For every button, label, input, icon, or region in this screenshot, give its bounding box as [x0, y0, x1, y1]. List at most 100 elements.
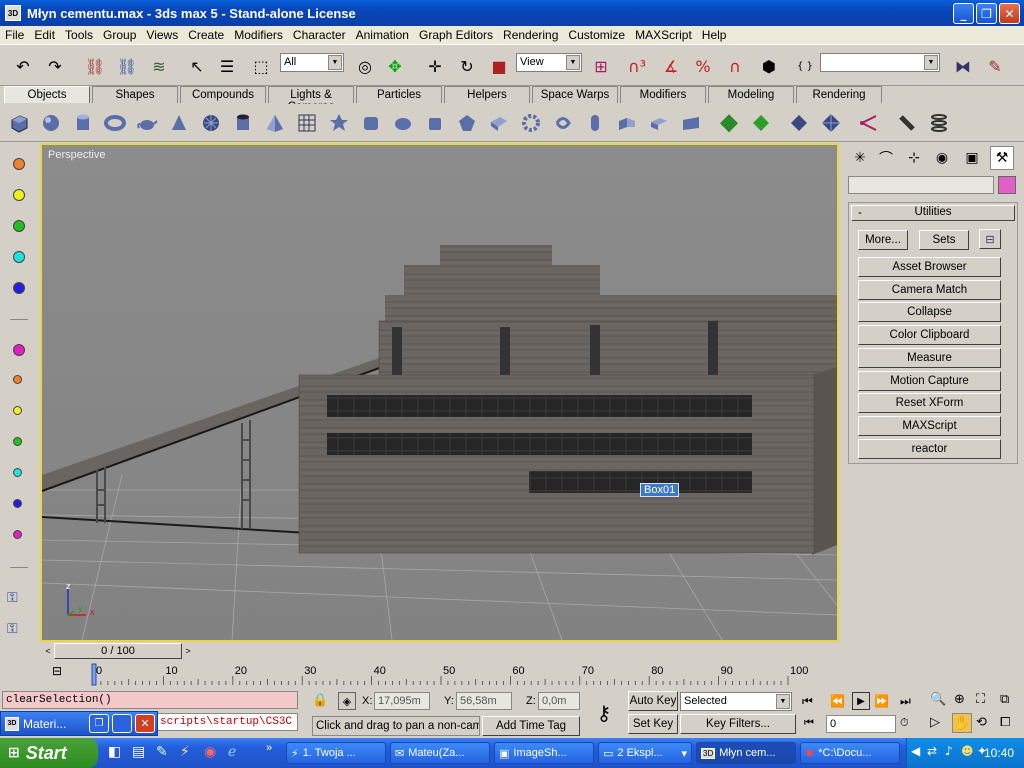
go-to-start-icon[interactable]: ⏮ — [802, 694, 813, 709]
next-frame-icon[interactable]: ⏩ — [874, 694, 889, 708]
measure-button[interactable]: Measure — [858, 348, 1001, 368]
restore-button[interactable]: ❐ — [89, 714, 109, 733]
configure-sets-icon[interactable]: ⊟ — [979, 229, 1001, 249]
cone-primitive-icon[interactable] — [168, 112, 190, 134]
set-keys-key-icon[interactable]: ⚷ — [586, 698, 622, 728]
lock-selection-icon[interactable]: 🔒 — [312, 693, 328, 708]
panel-name-field[interactable] — [848, 176, 994, 194]
rectangular-selection-icon[interactable]: ⬚ — [248, 53, 274, 79]
tab-space-warps[interactable]: Space Warps — [532, 86, 618, 103]
tube-primitive-icon[interactable] — [232, 112, 254, 134]
l-ext-icon[interactable] — [488, 112, 510, 134]
menu-tools[interactable]: Tools — [60, 28, 98, 42]
utilities-rollout-header[interactable]: - Utilities — [851, 205, 1015, 221]
material-editor-minimized[interactable]: 3D Materi... ❐ ✕ — [0, 711, 158, 736]
select-and-link-icon[interactable]: ⛓ — [82, 53, 108, 79]
maxscript-listener-line1[interactable]: clearSelection() — [2, 691, 298, 709]
close-button[interactable]: ✕ — [135, 714, 155, 733]
taskbar-task-1[interactable]: ⚡ 1. Twoja ... — [286, 742, 386, 764]
time-slider[interactable]: < 0 / 100 > — [40, 642, 839, 660]
cylinder-primitive-icon[interactable] — [72, 112, 94, 134]
oil-tank-icon[interactable] — [392, 112, 414, 134]
nurbs-surface-icon[interactable] — [788, 112, 810, 134]
title-bar[interactable]: 3D Młyn cementu.max - 3ds max 5 - Stand-… — [0, 0, 1024, 26]
nurbs-curve-icon[interactable] — [820, 112, 842, 134]
clock[interactable]: 10:40 — [984, 746, 1014, 760]
hose-icon[interactable] — [648, 112, 670, 134]
asset-browser-button[interactable]: Asset Browser — [858, 257, 1001, 277]
unlink-selection-icon[interactable]: ⛓ — [114, 53, 140, 79]
arc-rotate-icon[interactable]: ⟲ — [976, 715, 987, 730]
menu-character[interactable]: Character — [288, 28, 351, 42]
edit-named-selection-icon[interactable]: { } — [792, 53, 818, 79]
security-icon[interactable]: ✦ — [977, 744, 987, 758]
time-slider-prev-icon[interactable]: < — [42, 643, 54, 658]
deforming-mesh-icon[interactable] — [13, 282, 25, 294]
undo-icon[interactable]: ↶ — [10, 53, 36, 79]
select-and-move-icon[interactable]: ✛ — [422, 53, 448, 79]
maxscript-listener-line2[interactable]: scripts\startup\CS3C — [156, 713, 298, 731]
pyramid-primitive-icon[interactable] — [264, 112, 286, 134]
time-configuration-icon[interactable]: ⏱ — [900, 716, 909, 730]
minimize-button[interactable]: _ — [953, 3, 974, 24]
taskbar-task-6[interactable]: ✱ *C:\Docu... — [800, 742, 900, 764]
quick-launch-desktop-icon[interactable]: ◧ — [108, 744, 121, 760]
torus-primitive-icon[interactable] — [104, 112, 126, 134]
selection-filter-dropdown[interactable]: All ▼ — [280, 53, 344, 72]
tab-objects[interactable]: Objects — [4, 86, 90, 103]
rope-collection-icon[interactable] — [13, 251, 25, 263]
taskbar-task-4[interactable]: ▭ 2 Ekspl... ▾ — [598, 742, 692, 764]
select-and-rotate-icon[interactable]: ↻ — [454, 53, 480, 79]
tab-particles[interactable]: Particles — [356, 86, 442, 103]
quick-launch-pen-icon[interactable]: ✎ — [156, 744, 168, 760]
hedra-primitive-icon[interactable] — [328, 112, 350, 134]
snaps-toggle-icon[interactable]: ∩³ — [624, 53, 650, 79]
tray-expand-icon[interactable]: ◀ — [911, 744, 920, 758]
menu-customize[interactable]: Customize — [563, 28, 630, 42]
pivot-point-center-icon[interactable]: ⊞ — [588, 53, 614, 79]
menu-create[interactable]: Create — [183, 28, 229, 42]
rigid-body-icon[interactable] — [13, 158, 25, 170]
z-coordinate-field[interactable]: 0,0m — [538, 692, 580, 710]
tab-lights-cameras[interactable]: Lights & Cameras — [268, 86, 354, 113]
plane-icon[interactable] — [13, 344, 25, 356]
tab-shapes[interactable]: Shapes — [92, 86, 178, 103]
zoom-icon[interactable]: 🔍 — [930, 692, 946, 707]
bones-icon[interactable] — [858, 112, 880, 134]
chamfer-box-icon[interactable] — [360, 112, 382, 134]
dashpot-icon[interactable] — [13, 406, 22, 415]
sets-button[interactable]: Sets — [919, 230, 969, 250]
current-time-marker[interactable] — [91, 663, 97, 686]
named-selection-sets-icon[interactable]: ⬢ — [756, 53, 782, 79]
modify-panel-icon[interactable]: ⌒ — [874, 146, 898, 170]
taskbar-task-5[interactable]: 3D Młyn cem... — [696, 742, 796, 764]
spring-icon[interactable] — [928, 112, 950, 134]
utilities-panel-icon[interactable]: ⚒ — [990, 146, 1014, 170]
pan-view-icon[interactable]: ✋ — [952, 713, 972, 733]
play-animation-icon[interactable]: ▶ — [852, 692, 870, 710]
ring-wave-icon[interactable] — [520, 112, 542, 134]
fracture-icon[interactable] — [13, 530, 22, 539]
camera-match-button[interactable]: Camera Match — [858, 280, 1001, 300]
more-button[interactable]: More... — [858, 230, 908, 250]
motor-icon[interactable] — [13, 437, 22, 446]
quick-launch-ie-icon[interactable]: ℯ — [228, 744, 236, 760]
reactor-button[interactable]: reactor — [858, 439, 1001, 459]
tab-rendering[interactable]: Rendering — [796, 86, 882, 103]
patch-grid-icon[interactable] — [750, 112, 772, 134]
key-filters-button[interactable]: Key Filters... — [680, 714, 796, 734]
zoom-all-icon[interactable]: ⊕ — [954, 692, 965, 707]
capsule-icon[interactable] — [584, 112, 606, 134]
track-bar[interactable]: 0 10 20 30 40 50 60 70 80 90 100 ⊟ — [40, 662, 839, 688]
tab-modeling[interactable]: Modeling — [708, 86, 794, 103]
geosphere-primitive-icon[interactable] — [200, 112, 222, 134]
named-selection-dropdown[interactable]: ▼ — [820, 53, 940, 72]
reset-xform-button[interactable]: Reset XForm — [858, 393, 1001, 413]
set-key-button[interactable]: Set Key — [628, 714, 678, 734]
messenger-icon[interactable]: ☻ — [961, 744, 974, 758]
toy-car-icon[interactable] — [13, 499, 22, 508]
spring-constraint-icon[interactable] — [13, 375, 22, 384]
redo-icon[interactable]: ↷ — [42, 53, 68, 79]
3ds-max-icon[interactable]: 3D — [5, 5, 21, 21]
light-icon[interactable] — [896, 112, 918, 134]
